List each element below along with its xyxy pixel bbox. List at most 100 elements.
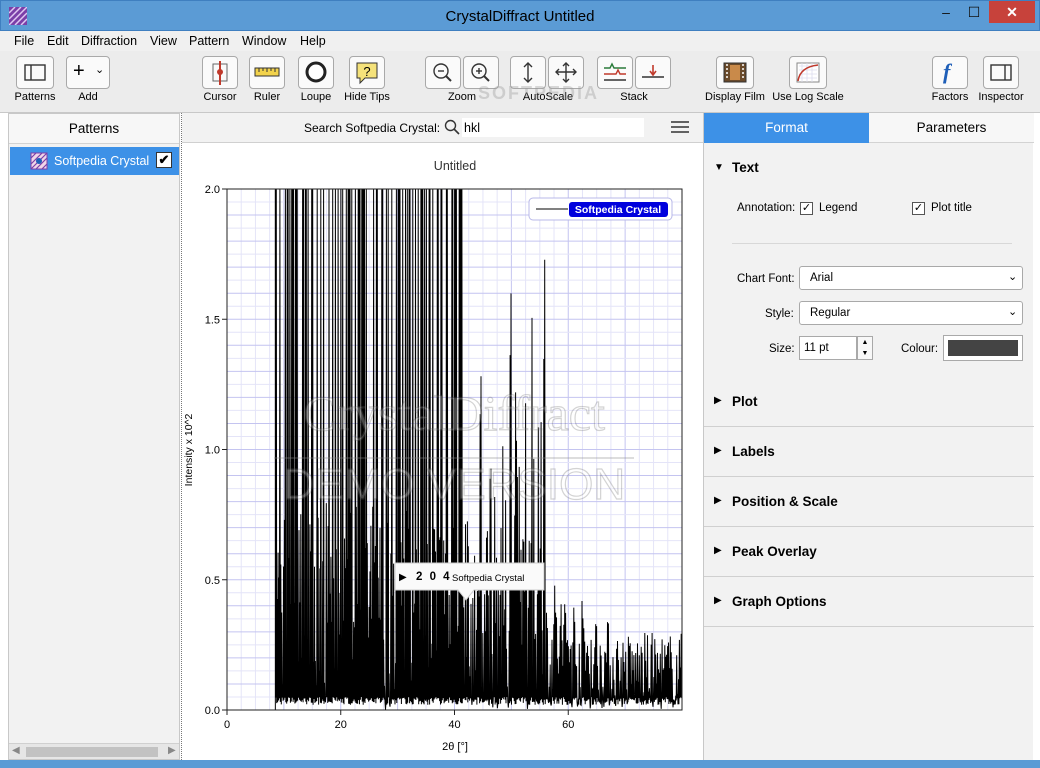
- tooltip-hkl: 2 0 4: [416, 571, 452, 583]
- divider: [732, 243, 1012, 244]
- y-tick-label: 1.5: [205, 314, 220, 326]
- stack-offset-button[interactable]: [635, 56, 671, 89]
- legend-entry-softpedia-crystal: Softpedia Crystal: [575, 204, 661, 216]
- menu-edit[interactable]: Edit: [47, 34, 69, 48]
- ruler-button[interactable]: [249, 56, 285, 89]
- search-icon: [444, 119, 460, 135]
- menu-help[interactable]: Help: [300, 34, 326, 48]
- size-input[interactable]: 11 pt: [799, 336, 857, 360]
- film-icon: [723, 62, 747, 83]
- collapsed-arrow-icon: ▶: [714, 395, 722, 406]
- add-label: Add: [78, 91, 98, 103]
- chevron-down-icon: ⌄: [95, 64, 105, 76]
- scrollbar-thumb[interactable]: [26, 747, 158, 757]
- stack-icon: [604, 62, 626, 81]
- chevron-down-icon: ⌄: [1008, 306, 1018, 318]
- x-tick-label: 20: [335, 719, 347, 731]
- menu-bar: File Edit Diffraction View Pattern Windo…: [0, 31, 1040, 51]
- menu-window[interactable]: Window: [242, 34, 286, 48]
- text-section-title[interactable]: Text: [732, 160, 759, 175]
- search-bar: Search Softpedia Crystal: hkl: [182, 113, 703, 143]
- y-tick-label: 0.5: [205, 575, 220, 587]
- position-scale-section[interactable]: ▶ Position & Scale: [704, 477, 1034, 527]
- scroll-right-icon[interactable]: ▶: [168, 745, 176, 756]
- labels-section-title: Labels: [732, 444, 775, 459]
- pattern-visible-checkbox[interactable]: ✔: [156, 152, 172, 168]
- window-bottom-border: [0, 760, 1040, 768]
- chart-font-value: Arial: [810, 272, 834, 284]
- pattern-item[interactable]: Softpedia Crystal ✔: [10, 147, 179, 175]
- window-title: CrystalDiffract Untitled: [445, 8, 595, 25]
- tab-format[interactable]: Format: [704, 113, 869, 143]
- inspector-button[interactable]: [983, 56, 1019, 89]
- menu-diffraction[interactable]: Diffraction: [81, 34, 137, 48]
- ruler-icon: [254, 67, 280, 77]
- search-input[interactable]: hkl: [462, 118, 644, 137]
- expanded-arrow-icon[interactable]: ▼: [714, 162, 724, 173]
- menu-view[interactable]: View: [150, 34, 177, 48]
- sidebar-icon: [24, 64, 46, 81]
- menu-file[interactable]: File: [14, 34, 34, 48]
- inspector-label: Inspector: [978, 91, 1024, 103]
- log-scale-label: Use Log Scale: [772, 91, 844, 103]
- close-button[interactable]: ✕: [989, 1, 1035, 23]
- title-bar: CrystalDiffract Untitled – ☐ ✕: [0, 0, 1040, 31]
- hide-tips-label: Hide Tips: [344, 91, 390, 103]
- minimize-button[interactable]: –: [931, 1, 961, 23]
- peak-overlay-section[interactable]: ▶ Peak Overlay: [704, 527, 1034, 577]
- tip-bubble-icon: ?: [356, 62, 378, 85]
- cursor-icon: [212, 61, 228, 85]
- y-axis-label: Intensity x 10^2: [183, 414, 195, 487]
- colour-well[interactable]: [943, 335, 1023, 361]
- toolbar: Patterns + ⌄ Add Cursor Ruler Loupe ? Hi…: [0, 51, 1040, 113]
- loupe-button[interactable]: [298, 56, 334, 89]
- graph-options-section-title: Graph Options: [732, 594, 827, 609]
- plot-title-checkbox-label: Plot title: [931, 202, 972, 214]
- text-section: ▼ Text Annotation: ✓ Legend ✓ Plot title…: [704, 143, 1034, 377]
- graph-options-section[interactable]: ▶ Graph Options: [704, 577, 1034, 627]
- plot-section[interactable]: ▶ Plot: [704, 377, 1034, 427]
- patterns-panel: Patterns Softpedia Crystal ✔ ◀ ▶: [8, 113, 180, 760]
- patterns-button[interactable]: [16, 56, 54, 89]
- log-scale-icon: [796, 62, 820, 83]
- display-film-label: Display Film: [705, 91, 765, 103]
- peak-down-icon: [642, 65, 664, 78]
- display-film-button[interactable]: [716, 56, 754, 89]
- patterns-panel-title: Patterns: [9, 114, 179, 144]
- plus-icon: +: [73, 60, 85, 82]
- style-select[interactable]: Regular ⌄: [799, 301, 1023, 325]
- tab-parameters[interactable]: Parameters: [869, 113, 1034, 143]
- legend-checkbox[interactable]: ✓: [800, 202, 813, 215]
- plot-section-title: Plot: [732, 394, 758, 409]
- scroll-left-icon[interactable]: ◀: [12, 745, 20, 756]
- labels-section[interactable]: ▶ Labels: [704, 427, 1034, 477]
- size-stepper[interactable]: ▲ ▼: [857, 336, 873, 360]
- stack-button[interactable]: [597, 56, 633, 89]
- zoom-out-button[interactable]: [425, 56, 461, 89]
- factors-button[interactable]: f: [932, 56, 968, 89]
- peak-overlay-section-title: Peak Overlay: [732, 544, 817, 559]
- patterns-label: Patterns: [14, 91, 56, 103]
- cursor-button[interactable]: [202, 56, 238, 89]
- horizontal-scrollbar[interactable]: ◀ ▶: [9, 743, 179, 759]
- watermark-line-2: DEMO VERSION: [283, 460, 625, 509]
- collapsed-arrow-icon: ▶: [714, 445, 722, 456]
- chart-font-select[interactable]: Arial ⌄: [799, 266, 1023, 290]
- plot-title-checkbox[interactable]: ✓: [912, 202, 925, 215]
- add-button[interactable]: + ⌄: [66, 56, 110, 89]
- search-input-value: hkl: [464, 121, 480, 135]
- menu-pattern[interactable]: Pattern: [189, 34, 229, 48]
- menu-icon[interactable]: [670, 119, 690, 136]
- diffraction-chart[interactable]: 0 20 40 60 0.0 0.5 1.0 1.5 2.0 CrystalDiffract D…: [182, 143, 703, 767]
- size-value: 11 pt: [804, 342, 829, 354]
- maximize-button[interactable]: ☐: [959, 1, 989, 23]
- chart-legend[interactable]: Softpedia Crystal: [528, 197, 673, 221]
- tooltip-pattern: Softpedia Crystal: [452, 573, 524, 584]
- log-scale-button[interactable]: [789, 56, 827, 89]
- hide-tips-button[interactable]: ?: [349, 56, 385, 89]
- colour-swatch: [948, 340, 1018, 356]
- legend-checkbox-label: Legend: [819, 202, 858, 214]
- inspector-icon: [990, 64, 1012, 81]
- chevron-down-icon: ⌄: [1008, 271, 1018, 283]
- tooltip-arrow: ▶: [399, 572, 407, 583]
